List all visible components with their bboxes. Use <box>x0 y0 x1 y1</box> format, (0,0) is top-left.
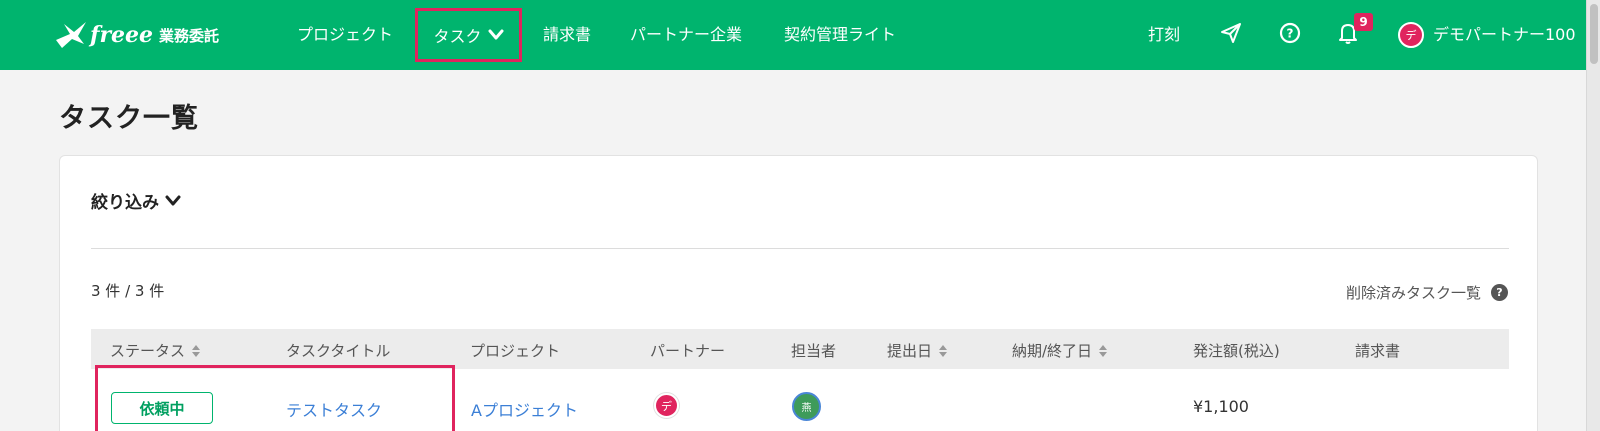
col-partner-label: パートナー <box>650 342 726 360</box>
chevron-down-icon <box>165 195 181 205</box>
col-due-label: 納期/終了日 <box>1012 342 1093 360</box>
col-partner: パートナー <box>650 340 725 361</box>
nav-tasks-label: タスク <box>433 27 482 46</box>
nav-partners[interactable]: パートナー企業 <box>630 21 742 45</box>
partner-avatar: デ <box>654 393 679 418</box>
notification-badge: 9 <box>1354 13 1373 31</box>
sort-icon <box>1099 344 1108 357</box>
divider <box>91 248 1509 249</box>
table-header: ステータス タスクタイトル プロジェクト パートナー 担当者 提出日 納期/終了… <box>91 329 1509 369</box>
col-submitted-label: 提出日 <box>887 342 933 360</box>
col-project-label: プロジェクト <box>470 342 561 360</box>
timecard-link[interactable]: 打刻 <box>1148 21 1180 45</box>
deleted-tasks-link[interactable]: 削除済みタスク一覧 ? <box>1346 282 1508 303</box>
col-assignee-label: 担当者 <box>791 342 837 360</box>
sort-icon <box>939 344 948 357</box>
result-count: 3 件 / 3 件 <box>91 282 165 300</box>
user-name[interactable]: デモパートナー100 <box>1433 21 1576 45</box>
col-status[interactable]: ステータス <box>110 340 201 361</box>
chevron-down-icon <box>488 29 503 40</box>
col-title-label: タスクタイトル <box>286 342 391 360</box>
assignee-avatar: 燕 <box>792 392 821 421</box>
nav-contracts[interactable]: 契約管理ライト <box>784 21 896 45</box>
col-assignee: 担当者 <box>791 340 836 361</box>
col-status-label: ステータス <box>110 342 186 360</box>
page-scrollbar[interactable] <box>1586 0 1600 431</box>
freee-logo[interactable]: freee 業務委託 <box>54 18 219 52</box>
deleted-tasks-label: 削除済みタスク一覧 <box>1345 284 1481 302</box>
page-title: タスク一覧 <box>59 103 199 134</box>
filter-label: 絞り込み <box>91 193 159 213</box>
col-amount-label: 発注額(税込) <box>1193 342 1280 360</box>
user-avatar[interactable]: デ <box>1398 22 1424 48</box>
logo-product: 業務委託 <box>159 26 220 45</box>
col-amount: 発注額(税込) <box>1193 340 1280 361</box>
col-title: タスクタイトル <box>286 340 390 361</box>
col-submitted[interactable]: 提出日 <box>887 340 948 361</box>
filter-toggle[interactable]: 絞り込み <box>91 188 181 213</box>
freee-bird-icon <box>56 22 86 48</box>
top-navbar: freee 業務委託 プロジェクト タスク 請求書 パートナー企業 契約管理ライ… <box>0 0 1600 70</box>
help-icon[interactable]: ? <box>1277 20 1303 46</box>
nav-invoices[interactable]: 請求書 <box>543 21 591 45</box>
col-invoice: 請求書 <box>1355 340 1400 361</box>
col-invoice-label: 請求書 <box>1355 342 1401 360</box>
paper-plane-icon[interactable] <box>1218 20 1244 46</box>
nav-projects[interactable]: プロジェクト <box>297 21 393 45</box>
project-link[interactable]: Aプロジェクト <box>471 397 578 421</box>
help-icon[interactable]: ? <box>1491 284 1508 301</box>
col-due[interactable]: 納期/終了日 <box>1012 340 1108 361</box>
nav-tasks[interactable]: タスク <box>415 8 522 62</box>
col-project: プロジェクト <box>470 340 560 361</box>
logo-wordmark: freee <box>90 22 154 48</box>
highlight-annotation <box>95 365 455 431</box>
scrollbar-thumb[interactable] <box>1590 4 1598 64</box>
order-amount: ¥1,100 <box>1193 397 1249 416</box>
svg-text:?: ? <box>1287 27 1294 41</box>
sort-icon <box>192 344 201 357</box>
